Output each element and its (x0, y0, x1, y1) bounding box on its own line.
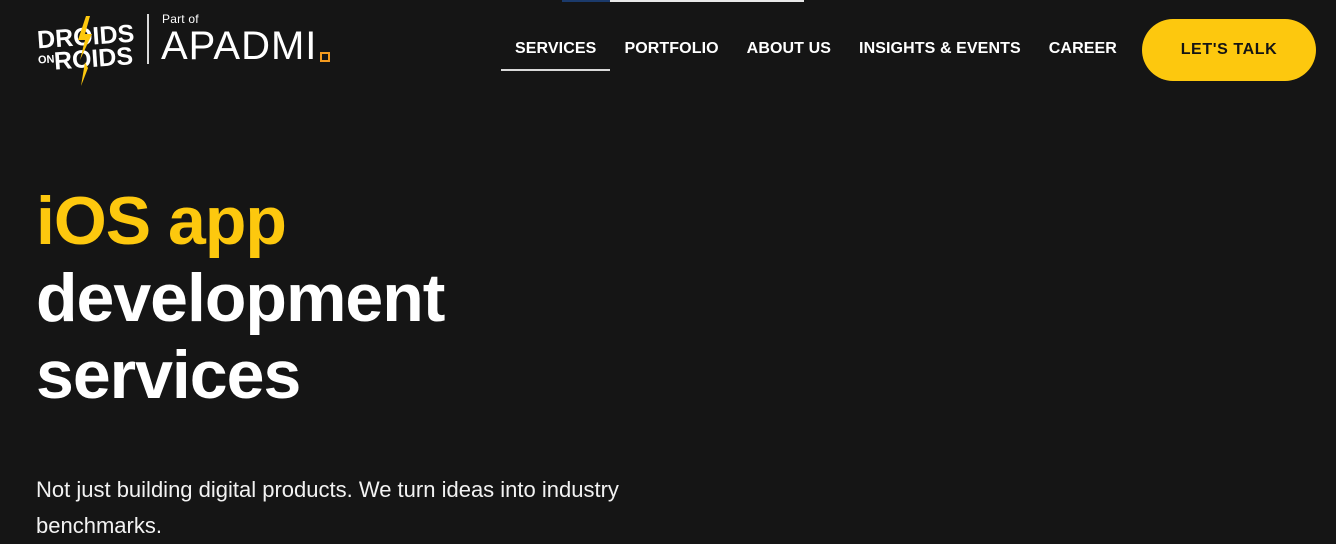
hero-title: iOS app development services (36, 183, 796, 414)
main-nav: SERVICES PORTFOLIO ABOUT US INSIGHTS & E… (501, 38, 1131, 72)
site-header: DROIDS ON ROIDS Part of APADMI SERVICES … (0, 0, 1336, 100)
svg-text:ROIDS: ROIDS (53, 42, 134, 75)
apadmi-wordmark: APADMI (161, 24, 318, 68)
site-logo[interactable]: DROIDS ON ROIDS Part of APADMI (36, 12, 336, 88)
hero-title-line-2: development (36, 260, 445, 336)
apadmi-square-mark (320, 52, 330, 62)
nav-item-insights-events[interactable]: INSIGHTS & EVENTS (845, 38, 1035, 68)
svg-text:ON: ON (38, 53, 55, 66)
nav-item-portfolio[interactable]: PORTFOLIO (610, 38, 732, 68)
droids-on-roids-logo: DROIDS ON ROIDS (36, 16, 135, 86)
hero-title-accent: iOS app (36, 183, 287, 259)
hero-section: iOS app development services (36, 183, 796, 414)
hero-subtitle: Not just building digital products. We t… (36, 477, 619, 538)
lets-talk-button[interactable]: LET'S TALK (1142, 19, 1316, 81)
nav-item-career[interactable]: CAREER (1035, 38, 1131, 68)
nav-item-about-us[interactable]: ABOUT US (733, 38, 845, 68)
nav-item-services[interactable]: SERVICES (501, 38, 611, 71)
hero-title-line-3: services (36, 337, 301, 413)
logo-divider (147, 14, 149, 64)
